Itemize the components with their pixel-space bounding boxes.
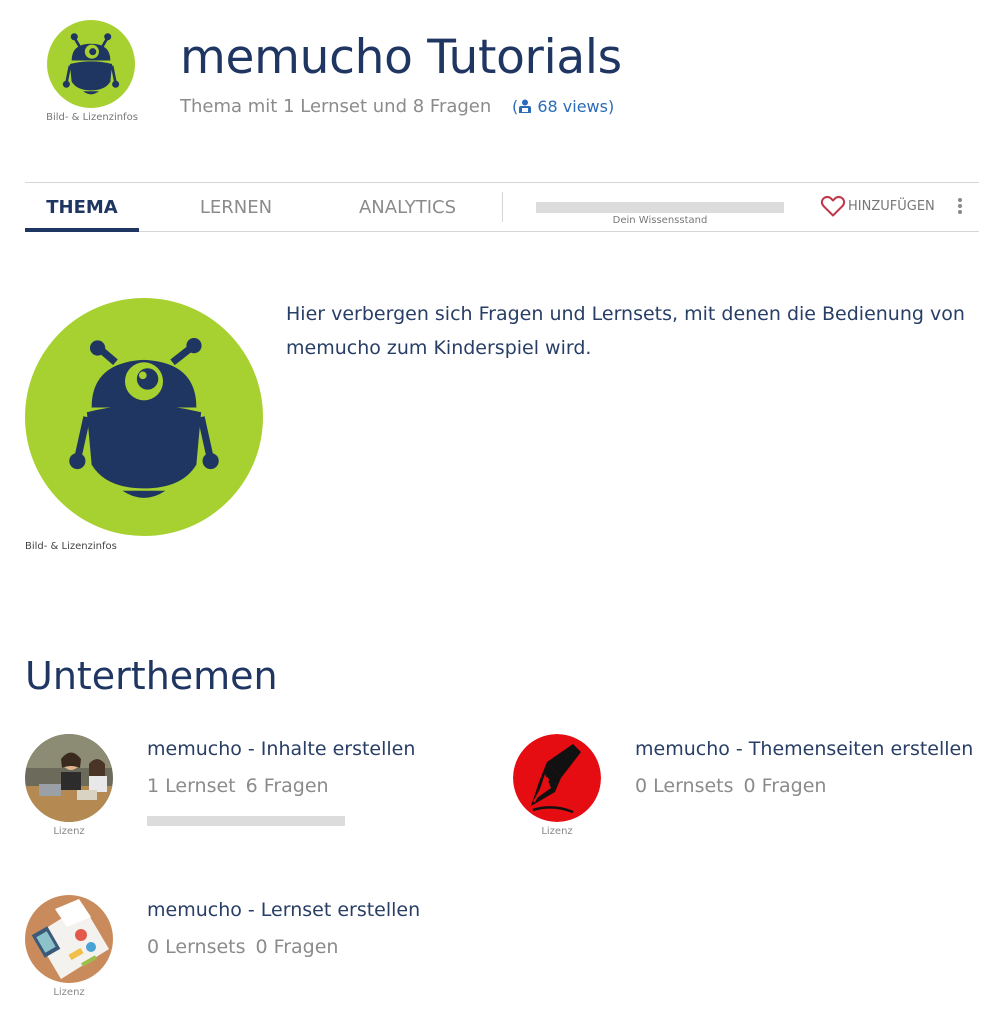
tab-lernen[interactable]: LERNEN	[180, 183, 292, 232]
tab-thema[interactable]: THEMA	[25, 183, 139, 232]
pen-nib-icon[interactable]	[513, 734, 601, 822]
tab-analytics[interactable]: ANALYTICS	[335, 183, 480, 232]
subtopic-thumbnail[interactable]	[25, 895, 113, 983]
subtopic-license-link[interactable]: Lizenz	[25, 826, 113, 837]
user-group-icon	[519, 99, 532, 113]
views-link[interactable]: ( 68 views)	[512, 97, 614, 116]
subtopic-progress-bar	[147, 816, 345, 826]
subtopic-card[interactable]: Lizenz memucho - Themenseiten erstellen …	[513, 734, 983, 844]
subtopic-lernsets: 0 Lernsets	[635, 775, 734, 797]
page-subtitle: Thema mit 1 Lernset und 8 Fragen	[180, 96, 492, 117]
subtopic-license-link[interactable]: Lizenz	[25, 987, 113, 998]
subtopic-lernsets: 0 Lernsets	[147, 936, 246, 958]
knowledge-label: Dein Wissensstand	[612, 215, 708, 226]
logo-license-link[interactable]: Bild- & Lizenzinfos	[40, 112, 144, 123]
subtopic-license-link[interactable]: Lizenz	[513, 826, 601, 837]
subtopic-card[interactable]: Lizenz memucho - Inhalte erstellen 1 Ler…	[25, 734, 485, 844]
subtopic-thumbnail[interactable]	[25, 734, 113, 822]
tab-divider	[502, 192, 503, 222]
add-label: HINZUFÜGEN	[848, 198, 935, 214]
topic-description: Hier verbergen sich Fragen und Lernsets,…	[286, 303, 965, 359]
views-count: 68 views	[537, 97, 608, 116]
image-license-link[interactable]: Bild- & Lizenzinfos	[25, 541, 117, 552]
page-title: memucho Tutorials	[180, 30, 622, 85]
vertical-dots-icon[interactable]	[953, 196, 967, 218]
subtopic-title[interactable]: memucho - Lernset erstellen	[147, 899, 420, 921]
subtopic-meta: 1 Lernset 6 Fragen	[147, 775, 329, 797]
topic-image-robot-icon[interactable]	[25, 298, 263, 536]
add-to-wishlist-button[interactable]: HINZUFÜGEN	[820, 194, 935, 222]
paren-close: )	[607, 97, 615, 116]
subtopics-heading: Unterthemen	[25, 654, 278, 698]
subtopic-lernsets: 1 Lernset	[147, 775, 236, 797]
tab-bar: THEMA LERNEN ANALYTICS Dein Wissensstand…	[25, 182, 979, 232]
page-header: Bild- & Lizenzinfos memucho Tutorials Th…	[0, 0, 1000, 180]
heart-icon	[820, 195, 846, 217]
subtopic-meta: 0 Lernsets 0 Fragen	[147, 936, 338, 958]
robot-icon[interactable]	[47, 20, 135, 108]
subtopic-fragen: 0 Fragen	[255, 936, 339, 958]
subtopic-card[interactable]: Lizenz memucho - Lernset erstellen 0 Ler…	[25, 895, 485, 1005]
subtopic-title[interactable]: memucho - Inhalte erstellen	[147, 738, 415, 760]
knowledge-progress-bar[interactable]	[536, 202, 784, 213]
subtopic-fragen: 6 Fragen	[245, 775, 329, 797]
subtopic-title[interactable]: memucho - Themenseiten erstellen	[635, 738, 973, 760]
subtopic-fragen: 0 Fragen	[743, 775, 827, 797]
subtopic-meta: 0 Lernsets 0 Fragen	[635, 775, 826, 797]
